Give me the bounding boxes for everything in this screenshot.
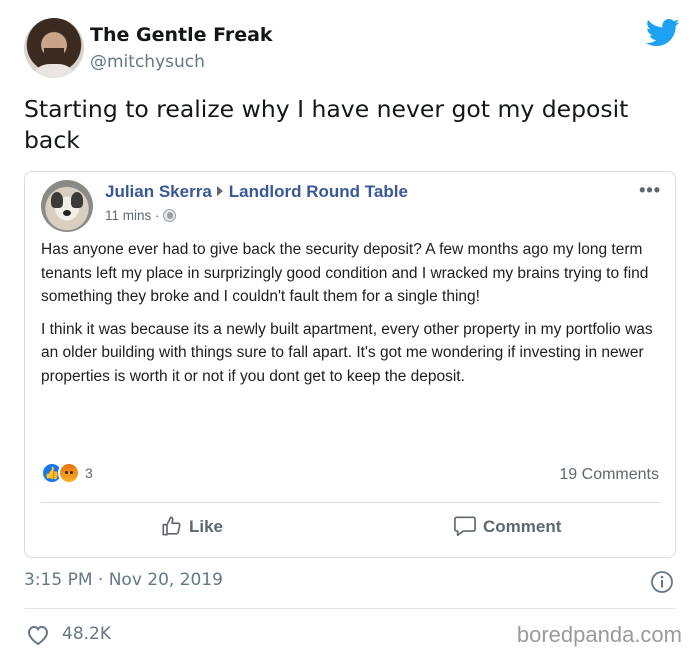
fb-time-ago[interactable]: 11 mins · <box>105 208 160 223</box>
comments-count[interactable]: 19 Comments <box>559 466 659 484</box>
tweet-timestamp[interactable]: 3:15 PM · Nov 20, 2019 <box>24 570 223 590</box>
embedded-facebook-post: Julian Skerra Landlord Round Table 11 min… <box>24 171 676 558</box>
watermark: boredpanda.com <box>516 622 682 647</box>
fb-author-avatar[interactable] <box>41 180 93 232</box>
globe-icon <box>162 209 176 222</box>
user-handle[interactable]: @mitchysuch <box>90 52 205 72</box>
fb-comment-label: Comment <box>483 517 562 536</box>
like-count: 48.2K <box>62 624 111 644</box>
user-avatar[interactable] <box>24 18 84 78</box>
heart-icon[interactable] <box>26 624 50 646</box>
fb-group-name[interactable]: Landlord Round Table <box>229 182 408 201</box>
fb-like-button[interactable]: Like <box>161 515 223 545</box>
fb-paragraph: I think it was because its a newly built… <box>41 320 653 385</box>
fb-like-label: Like <box>189 517 224 536</box>
divider <box>41 502 661 503</box>
divider <box>24 608 676 609</box>
fb-author-name[interactable]: Julian Skerra <box>105 182 212 201</box>
fb-comment-button[interactable]: Comment <box>453 515 561 545</box>
right-arrow-icon <box>216 186 223 196</box>
thumbs-up-icon <box>162 516 181 536</box>
info-icon[interactable] <box>650 570 674 594</box>
fb-author-line: Julian Skerra Landlord Round Table <box>105 182 408 202</box>
fb-paragraph: Has anyone ever had to give back the sec… <box>41 241 649 305</box>
twitter-bird-icon[interactable] <box>646 18 680 48</box>
display-name[interactable]: The Gentle Freak <box>90 24 273 46</box>
comment-icon <box>454 516 476 536</box>
tweet-text: Starting to realize why I have never got… <box>24 95 629 154</box>
angry-reaction-icon <box>58 462 80 484</box>
tweet-header: The Gentle Freak @mitchysuch <box>24 18 680 80</box>
fb-post-meta: 11 mins · <box>105 208 176 223</box>
more-icon[interactable]: ••• <box>639 180 661 201</box>
fb-post-body: Has anyone ever had to give back the sec… <box>41 238 665 397</box>
reaction-count: 3 <box>85 465 93 481</box>
